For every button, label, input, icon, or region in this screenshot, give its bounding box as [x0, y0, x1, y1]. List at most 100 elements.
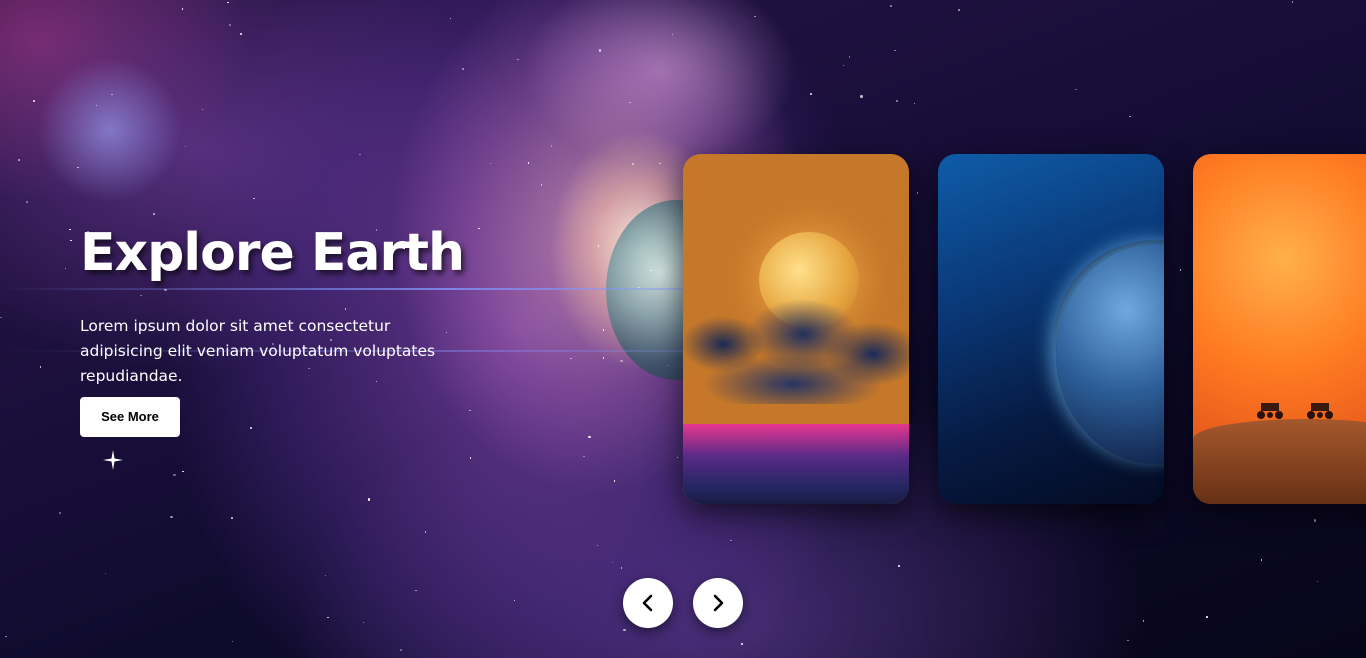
- star: [70, 239, 72, 242]
- star: [650, 269, 652, 272]
- star: [898, 565, 900, 567]
- star: [26, 201, 28, 203]
- star: [676, 456, 679, 459]
- star: [5, 635, 7, 638]
- star: [1142, 620, 1145, 622]
- star: [33, 100, 35, 102]
- star: [890, 5, 892, 7]
- star: [324, 574, 327, 577]
- hero-description: Lorem ipsum dolor sit amet consectetur a…: [80, 317, 436, 385]
- star: [58, 511, 62, 515]
- star: [540, 184, 543, 186]
- planet-image: [1056, 244, 1164, 464]
- star: [400, 649, 402, 651]
- star: [69, 228, 71, 231]
- star: [77, 166, 79, 169]
- star: [513, 599, 516, 602]
- star: [489, 162, 492, 165]
- star: [583, 455, 585, 458]
- star: [730, 539, 732, 542]
- star: [741, 643, 743, 645]
- slide-card-blue-planet[interactable]: [938, 154, 1164, 504]
- star: [860, 95, 863, 98]
- star: [916, 192, 919, 194]
- rover-icon: [1307, 403, 1333, 419]
- mars-ground-image: [1193, 419, 1366, 504]
- star: [810, 93, 812, 95]
- see-more-button[interactable]: See More: [80, 397, 180, 437]
- star: [415, 589, 417, 592]
- star: [638, 286, 640, 289]
- clouds-image: [683, 284, 909, 404]
- star: [842, 64, 845, 67]
- star: [1179, 269, 1182, 271]
- star: [39, 366, 42, 368]
- star: [1129, 115, 1131, 118]
- star: [201, 108, 204, 111]
- star: [184, 145, 187, 148]
- chevron-left-icon: [642, 594, 653, 612]
- slide-card-moon-ocean[interactable]: [683, 154, 909, 504]
- slide-card-mars[interactable]: [1193, 154, 1366, 504]
- star: [611, 561, 614, 564]
- star: [469, 457, 472, 459]
- previous-slide-button[interactable]: [623, 578, 673, 628]
- star: [182, 470, 184, 473]
- star: [598, 49, 602, 52]
- star: [602, 329, 605, 331]
- hero-section: Explore Earth Lorem ipsum dolor sit amet…: [80, 222, 500, 437]
- sea-image: [683, 424, 909, 504]
- star: [64, 267, 67, 270]
- star: [550, 145, 553, 147]
- star: [327, 616, 329, 619]
- star: [896, 100, 898, 102]
- star: [588, 435, 591, 439]
- star: [95, 104, 98, 107]
- star: [231, 640, 234, 643]
- star: [18, 159, 20, 161]
- star: [462, 68, 464, 70]
- star: [1127, 639, 1129, 642]
- star: [666, 364, 669, 366]
- star: [181, 8, 184, 10]
- star: [0, 316, 2, 319]
- star: [848, 56, 851, 58]
- star: [623, 628, 626, 632]
- star: [632, 163, 634, 165]
- star: [671, 33, 674, 36]
- star: [754, 15, 756, 18]
- star: [449, 17, 452, 20]
- star: [913, 102, 916, 105]
- star: [362, 621, 365, 624]
- star: [620, 359, 623, 363]
- star: [527, 162, 530, 164]
- star: [620, 567, 622, 569]
- star: [170, 515, 173, 519]
- star: [958, 9, 960, 11]
- next-slide-button[interactable]: [693, 578, 743, 628]
- star: [1291, 1, 1294, 3]
- star: [229, 24, 231, 26]
- star: [239, 32, 243, 36]
- star: [517, 58, 519, 61]
- star: [894, 49, 896, 52]
- star: [659, 162, 661, 165]
- star: [359, 153, 361, 156]
- star: [231, 517, 233, 519]
- hero-title: Explore Earth: [80, 223, 465, 283]
- star: [1316, 580, 1319, 583]
- star: [629, 101, 631, 104]
- star: [227, 1, 229, 4]
- star: [570, 357, 572, 360]
- star: [104, 572, 107, 575]
- sparkle-icon: [103, 450, 123, 470]
- star: [1206, 616, 1208, 618]
- star: [424, 531, 427, 533]
- chevron-right-icon: [713, 594, 724, 612]
- star: [111, 93, 113, 95]
- star: [1260, 559, 1263, 561]
- star: [153, 213, 155, 215]
- star: [602, 357, 605, 359]
- star: [613, 480, 616, 482]
- star: [1313, 519, 1317, 522]
